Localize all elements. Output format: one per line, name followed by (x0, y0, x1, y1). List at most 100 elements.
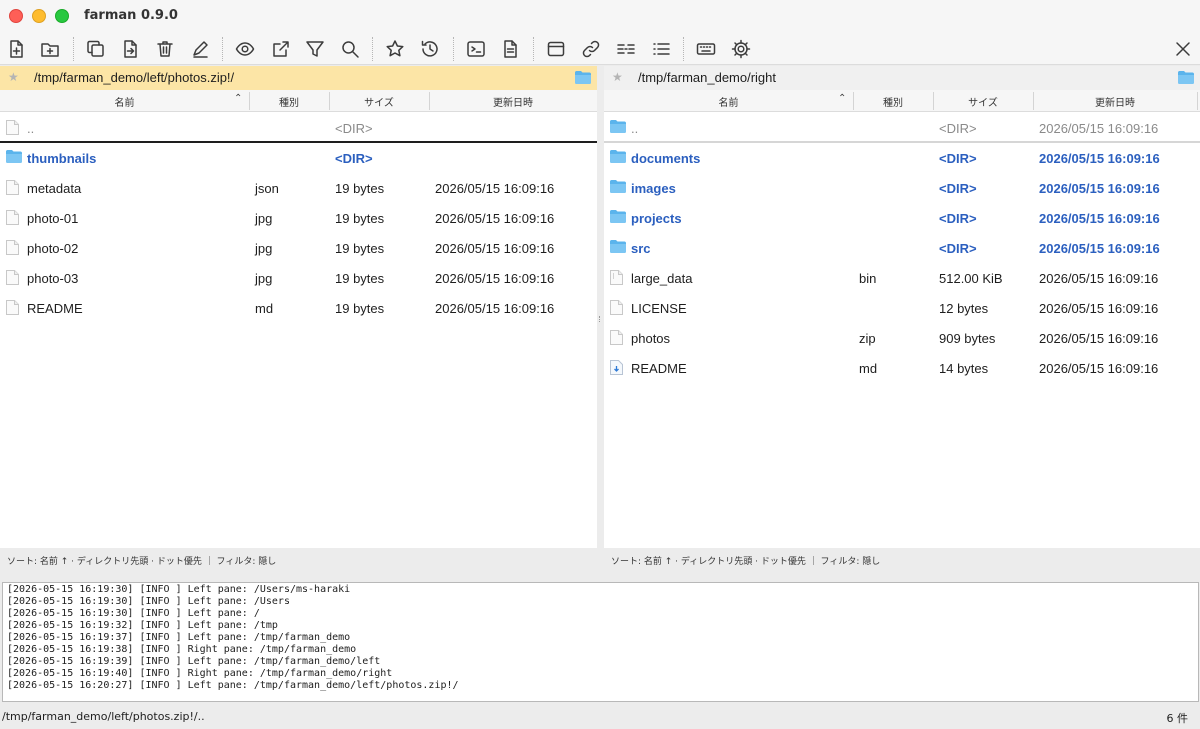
left-sort-status: ソート: 名前 ↑ · ディレクトリ先頭 · ドット優先 ｜ フィルタ: 隠し (0, 548, 597, 572)
column-size-header[interactable]: サイズ (329, 94, 429, 109)
bookmark-star-icon[interactable]: ★ (8, 70, 19, 84)
folder-icon[interactable] (575, 71, 591, 88)
file-row[interactable]: photos zip 909 bytes 2026/05/15 16:09:16 (604, 323, 1200, 353)
file-name: photo-02 (27, 241, 79, 256)
file-name: projects (631, 211, 682, 226)
file-row[interactable]: src <DIR> 2026/05/15 16:09:16 (604, 233, 1200, 263)
file-date: 2026/05/15 16:09:16 (435, 181, 555, 196)
log-line: [2026-05-15 16:19:30] [INFO ] Left pane:… (7, 596, 290, 607)
settings-icon[interactable] (729, 37, 753, 61)
compare-icon[interactable] (614, 37, 638, 61)
close-window-button[interactable] (9, 9, 23, 23)
right-path[interactable]: /tmp/farman_demo/right (638, 70, 776, 85)
column-divider[interactable] (1197, 92, 1198, 110)
file-date: 2026/05/15 16:09:16 (1039, 331, 1159, 346)
column-name-header[interactable]: 名前 (604, 94, 853, 109)
search-icon[interactable] (338, 37, 362, 61)
left-pane[interactable]: ★ /tmp/farman_demo/left/photos.zip!/ 名前 … (0, 66, 597, 572)
delete-icon[interactable] (153, 37, 177, 61)
link-icon[interactable] (579, 37, 603, 61)
close-icon[interactable] (1171, 37, 1195, 61)
file-type: bin (859, 271, 877, 286)
right-sort-status: ソート: 名前 ↑ · ディレクトリ先頭 · ドット優先 ｜ フィルタ: 隠し (604, 548, 1200, 572)
column-size-header[interactable]: サイズ (933, 94, 1033, 109)
log-line: [2026-05-15 16:19:40] [INFO ] Right pane… (7, 668, 393, 679)
folder-icon (610, 120, 626, 137)
rename-icon[interactable] (188, 37, 212, 61)
log-panel[interactable]: [2026-05-15 16:19:30] [INFO ] Left pane:… (2, 582, 1199, 702)
file-row[interactable]: LICENSE 12 bytes 2026/05/15 16:09:16 (604, 293, 1200, 323)
single-pane-icon[interactable] (544, 37, 568, 61)
file-date: 2026/05/15 16:09:16 (435, 271, 555, 286)
file-row[interactable]: photo-03 jpg 19 bytes 2026/05/15 16:09:16 (0, 263, 597, 293)
copy-icon[interactable] (84, 37, 108, 61)
keyboard-icon[interactable] (694, 37, 718, 61)
markdown-file-icon (610, 360, 623, 379)
file-size: <DIR> (939, 121, 977, 136)
editor-icon[interactable] (498, 37, 522, 61)
filter-icon[interactable] (303, 37, 327, 61)
file-row[interactable]: large_data bin 512.00 KiB 2026/05/15 16:09:… (604, 263, 1200, 293)
right-path-bar[interactable]: ★ /tmp/farman_demo/right (604, 66, 1200, 90)
file-name: photo-01 (27, 211, 79, 226)
file-row[interactable]: thumbnails <DIR> (0, 143, 597, 173)
file-size: 12 bytes (939, 301, 989, 316)
splitter-grip[interactable] (599, 316, 602, 322)
right-pane[interactable]: ★ /tmp/farman_demo/right 名前 ⌃ 種別 サイズ 更新日… (604, 66, 1200, 572)
file-size: <DIR> (335, 151, 373, 166)
file-name: src (631, 241, 651, 256)
column-type-header[interactable]: 種別 (249, 94, 329, 109)
file-date: 2026/05/15 16:09:16 (435, 211, 555, 226)
view-icon[interactable] (233, 37, 257, 61)
column-type-header[interactable]: 種別 (853, 94, 933, 109)
file-type: md (255, 301, 274, 316)
file-date: 2026/05/15 16:09:16 (1039, 211, 1160, 226)
file-name: images (631, 181, 676, 196)
file-row[interactable]: README md 19 bytes 2026/05/15 16:09:16 (0, 293, 597, 323)
file-type: jpg (255, 241, 273, 256)
file-row[interactable]: .. <DIR> 2026/05/15 16:09:16 (604, 113, 1200, 143)
terminal-icon[interactable] (464, 37, 488, 61)
left-path[interactable]: /tmp/farman_demo/left/photos.zip!/ (34, 70, 234, 85)
folder-icon (610, 180, 626, 197)
pane-splitter[interactable] (597, 66, 604, 572)
file-row[interactable]: documents <DIR> 2026/05/15 16:09:16 (604, 143, 1200, 173)
new-file-icon[interactable] (4, 37, 28, 61)
folder-icon (610, 210, 626, 227)
folder-icon[interactable] (1178, 71, 1194, 88)
file-row[interactable]: .. <DIR> (0, 113, 597, 143)
zoom-window-button[interactable] (55, 9, 69, 23)
column-date-header[interactable]: 更新日時 (429, 94, 597, 109)
file-size: 19 bytes (335, 181, 385, 196)
file-size: 909 bytes (939, 331, 996, 346)
file-row[interactable]: projects <DIR> 2026/05/15 16:09:16 (604, 203, 1200, 233)
open-external-icon[interactable] (269, 37, 293, 61)
left-path-bar[interactable]: ★ /tmp/farman_demo/left/photos.zip!/ (0, 66, 597, 90)
title-bar: farman 0.9.0 (0, 0, 1200, 33)
move-icon[interactable] (118, 37, 142, 61)
bookmark-icon[interactable] (383, 37, 407, 61)
left-column-header: 名前 ⌃ 種別 サイズ 更新日時 (0, 90, 597, 112)
file-name: photos (631, 331, 671, 346)
new-folder-icon[interactable] (38, 37, 62, 61)
file-icon (610, 300, 623, 319)
file-row[interactable]: photo-02 jpg 19 bytes 2026/05/15 16:09:16 (0, 233, 597, 263)
history-icon[interactable] (418, 37, 442, 61)
file-name: .. (27, 121, 35, 136)
file-row[interactable]: images <DIR> 2026/05/15 16:09:16 (604, 173, 1200, 203)
window-title: farman 0.9.0 (84, 8, 178, 23)
toolbar-separator (222, 37, 223, 61)
list-icon[interactable] (649, 37, 673, 61)
file-type: jpg (255, 271, 273, 286)
file-name: thumbnails (27, 151, 97, 166)
left-file-list: .. <DIR> thumbnails <DIR> metadata json 19 byt… (0, 113, 597, 323)
bookmark-star-icon[interactable]: ★ (612, 70, 623, 84)
file-icon (610, 330, 623, 349)
minimize-window-button[interactable] (32, 9, 46, 23)
file-row[interactable]: photo-01 jpg 19 bytes 2026/05/15 16:09:16 (0, 203, 597, 233)
column-date-header[interactable]: 更新日時 (1033, 94, 1197, 109)
file-row[interactable]: README md 14 bytes 2026/05/15 16:09:16 (604, 353, 1200, 383)
file-row[interactable]: metadata json 19 bytes 2026/05/15 16:09:16 (0, 173, 597, 203)
column-name-header[interactable]: 名前 (0, 94, 249, 109)
log-line: [2026-05-15 16:19:37] [INFO ] Left pane:… (7, 632, 351, 643)
